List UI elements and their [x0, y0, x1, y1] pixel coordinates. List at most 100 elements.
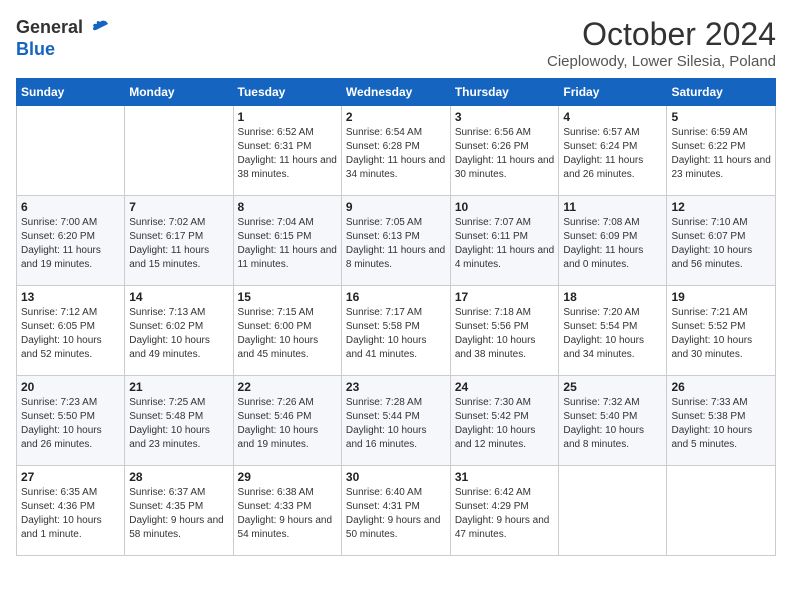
day-number: 22 — [238, 380, 337, 394]
day-of-week-header: Monday — [125, 79, 233, 106]
calendar-day-cell: 13 Sunrise: 7:12 AMSunset: 6:05 PMDayligh… — [17, 286, 125, 376]
day-of-week-header: Wednesday — [341, 79, 450, 106]
logo-blue: Blue — [16, 39, 55, 59]
day-number: 8 — [238, 200, 337, 214]
day-number: 7 — [129, 200, 228, 214]
calendar-day-cell: 24 Sunrise: 7:30 AMSunset: 5:42 PMDayligh… — [450, 376, 559, 466]
day-info: Sunrise: 7:04 AMSunset: 6:15 PMDaylight:… — [238, 216, 337, 272]
day-of-week-header: Tuesday — [233, 79, 341, 106]
day-info: Sunrise: 6:42 AMSunset: 4:29 PMDaylight:… — [455, 486, 555, 542]
day-number: 17 — [455, 290, 555, 304]
day-info: Sunrise: 7:26 AMSunset: 5:46 PMDaylight:… — [238, 396, 337, 452]
calendar-day-cell: 29 Sunrise: 6:38 AMSunset: 4:33 PMDayligh… — [233, 466, 341, 556]
day-info: Sunrise: 7:02 AMSunset: 6:17 PMDaylight:… — [129, 216, 228, 272]
day-info: Sunrise: 7:18 AMSunset: 5:56 PMDaylight:… — [455, 306, 555, 362]
day-info: Sunrise: 7:28 AMSunset: 5:44 PMDaylight:… — [346, 396, 446, 452]
day-info: Sunrise: 6:56 AMSunset: 6:26 PMDaylight:… — [455, 126, 555, 182]
day-of-week-header: Sunday — [17, 79, 125, 106]
day-info: Sunrise: 7:25 AMSunset: 5:48 PMDaylight:… — [129, 396, 228, 452]
location-title: Cieplowody, Lower Silesia, Poland — [547, 53, 776, 70]
day-info: Sunrise: 7:15 AMSunset: 6:00 PMDaylight:… — [238, 306, 337, 362]
day-info: Sunrise: 7:08 AMSunset: 6:09 PMDaylight:… — [563, 216, 662, 272]
day-number: 18 — [563, 290, 662, 304]
day-of-week-header: Saturday — [667, 79, 776, 106]
day-number: 4 — [563, 110, 662, 124]
day-info: Sunrise: 7:33 AMSunset: 5:38 PMDaylight:… — [671, 396, 771, 452]
calendar-day-cell: 4 Sunrise: 6:57 AMSunset: 6:24 PMDaylight… — [559, 106, 667, 196]
day-number: 24 — [455, 380, 555, 394]
calendar-day-cell: 9Sunrise: 7:05 AMSunset: 6:13 PMDaylight… — [341, 196, 450, 286]
calendar-week-row: 1Sunrise: 6:52 AMSunset: 6:31 PMDaylight… — [17, 106, 776, 196]
calendar-day-cell: 6Sunrise: 7:00 AMSunset: 6:20 PMDaylight… — [17, 196, 125, 286]
logo-text: General Blue — [16, 16, 112, 60]
calendar-day-cell: 18 Sunrise: 7:20 AMSunset: 5:54 PMDayligh… — [559, 286, 667, 376]
calendar-day-cell: 5 Sunrise: 6:59 AMSunset: 6:22 PMDaylight… — [667, 106, 776, 196]
day-number: 31 — [455, 470, 555, 484]
calendar-day-cell: 28Sunrise: 6:37 AMSunset: 4:35 PMDayligh… — [125, 466, 233, 556]
calendar-day-cell: 10Sunrise: 7:07 AMSunset: 6:11 PMDayligh… — [450, 196, 559, 286]
month-title: October 2024 — [547, 16, 776, 53]
day-info: Sunrise: 7:32 AMSunset: 5:40 PMDaylight:… — [563, 396, 662, 452]
calendar-day-cell — [559, 466, 667, 556]
day-info: Sunrise: 6:57 AMSunset: 6:24 PMDaylight:… — [563, 126, 662, 182]
day-info: Sunrise: 6:59 AMSunset: 6:22 PMDaylight:… — [671, 126, 771, 182]
day-number: 13 — [21, 290, 120, 304]
calendar-table: SundayMondayTuesdayWednesdayThursdayFrid… — [16, 78, 776, 556]
calendar-day-cell: 19Sunrise: 7:21 AMSunset: 5:52 PMDayligh… — [667, 286, 776, 376]
calendar-day-cell: 3 Sunrise: 6:56 AMSunset: 6:26 PMDaylight… — [450, 106, 559, 196]
day-info: Sunrise: 7:30 AMSunset: 5:42 PMDaylight:… — [455, 396, 555, 452]
day-number: 27 — [21, 470, 120, 484]
day-info: Sunrise: 7:23 AMSunset: 5:50 PMDaylight:… — [21, 396, 120, 452]
day-info: Sunrise: 7:12 AMSunset: 6:05 PMDaylight:… — [21, 306, 120, 362]
day-number: 14 — [129, 290, 228, 304]
page-header: General Blue October 2024 Cieplowody, Lo… — [16, 16, 776, 70]
calendar-day-cell: 12 Sunrise: 7:10 AMSunset: 6:07 PMDayligh… — [667, 196, 776, 286]
calendar-header-row: SundayMondayTuesdayWednesdayThursdayFrid… — [17, 79, 776, 106]
logo-bird-icon — [88, 16, 112, 40]
day-number: 29 — [238, 470, 337, 484]
day-number: 20 — [21, 380, 120, 394]
day-info: Sunrise: 6:52 AMSunset: 6:31 PMDaylight:… — [238, 126, 337, 182]
day-number: 25 — [563, 380, 662, 394]
day-number: 10 — [455, 200, 555, 214]
day-info: Sunrise: 7:13 AMSunset: 6:02 PMDaylight:… — [129, 306, 228, 362]
calendar-day-cell: 17 Sunrise: 7:18 AMSunset: 5:56 PMDayligh… — [450, 286, 559, 376]
day-number: 30 — [346, 470, 446, 484]
calendar-day-cell: 25 Sunrise: 7:32 AMSunset: 5:40 PMDayligh… — [559, 376, 667, 466]
calendar-day-cell: 2 Sunrise: 6:54 AMSunset: 6:28 PMDaylight… — [341, 106, 450, 196]
day-number: 5 — [671, 110, 771, 124]
day-info: Sunrise: 7:17 AMSunset: 5:58 PMDaylight:… — [346, 306, 446, 362]
day-of-week-header: Thursday — [450, 79, 559, 106]
calendar-day-cell: 1Sunrise: 6:52 AMSunset: 6:31 PMDaylight… — [233, 106, 341, 196]
day-info: Sunrise: 6:35 AMSunset: 4:36 PMDaylight:… — [21, 486, 120, 542]
calendar-week-row: 6Sunrise: 7:00 AMSunset: 6:20 PMDaylight… — [17, 196, 776, 286]
day-number: 19 — [671, 290, 771, 304]
day-number: 21 — [129, 380, 228, 394]
day-info: Sunrise: 7:10 AMSunset: 6:07 PMDaylight:… — [671, 216, 771, 272]
calendar-day-cell: 30 Sunrise: 6:40 AMSunset: 4:31 PMDayligh… — [341, 466, 450, 556]
day-number: 3 — [455, 110, 555, 124]
calendar-day-cell: 7 Sunrise: 7:02 AMSunset: 6:17 PMDaylight… — [125, 196, 233, 286]
calendar-day-cell — [125, 106, 233, 196]
calendar-day-cell: 27 Sunrise: 6:35 AMSunset: 4:36 PMDayligh… — [17, 466, 125, 556]
day-number: 12 — [671, 200, 771, 214]
calendar-day-cell: 14 Sunrise: 7:13 AMSunset: 6:02 PMDayligh… — [125, 286, 233, 376]
day-number: 23 — [346, 380, 446, 394]
day-number: 26 — [671, 380, 771, 394]
day-number: 2 — [346, 110, 446, 124]
calendar-day-cell — [667, 466, 776, 556]
day-info: Sunrise: 6:38 AMSunset: 4:33 PMDaylight:… — [238, 486, 337, 542]
logo-general: General — [16, 17, 83, 37]
calendar-week-row: 13 Sunrise: 7:12 AMSunset: 6:05 PMDayligh… — [17, 286, 776, 376]
title-area: October 2024 Cieplowody, Lower Silesia, … — [547, 16, 776, 70]
day-info: Sunrise: 6:40 AMSunset: 4:31 PMDaylight:… — [346, 486, 446, 542]
day-info: Sunrise: 7:05 AMSunset: 6:13 PMDaylight:… — [346, 216, 446, 272]
calendar-day-cell: 15Sunrise: 7:15 AMSunset: 6:00 PMDayligh… — [233, 286, 341, 376]
calendar-day-cell: 26 Sunrise: 7:33 AMSunset: 5:38 PMDayligh… — [667, 376, 776, 466]
calendar-day-cell — [17, 106, 125, 196]
calendar-day-cell: 31 Sunrise: 6:42 AMSunset: 4:29 PMDayligh… — [450, 466, 559, 556]
calendar-day-cell: 16Sunrise: 7:17 AMSunset: 5:58 PMDayligh… — [341, 286, 450, 376]
day-info: Sunrise: 7:20 AMSunset: 5:54 PMDaylight:… — [563, 306, 662, 362]
calendar-day-cell: 8 Sunrise: 7:04 AMSunset: 6:15 PMDaylight… — [233, 196, 341, 286]
day-info: Sunrise: 6:54 AMSunset: 6:28 PMDaylight:… — [346, 126, 446, 182]
